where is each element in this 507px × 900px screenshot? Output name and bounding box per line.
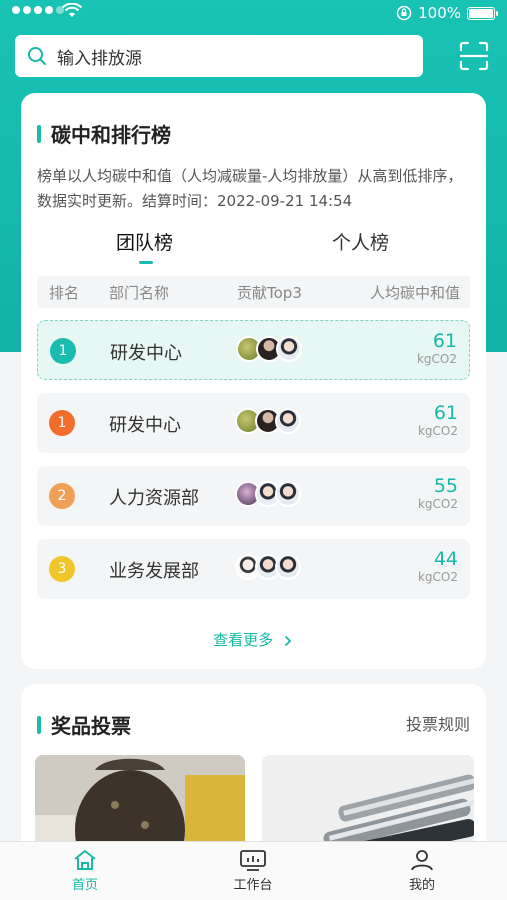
prize-vote-title: 奖品投票 [37, 710, 131, 739]
avatar [275, 408, 301, 434]
rank-badge: 2 [49, 483, 75, 509]
active-tab-indicator [139, 261, 153, 264]
dept-name: 研发中心 [110, 343, 182, 364]
chevron-right-icon [284, 635, 292, 646]
nav-home[interactable]: 首页 [45, 848, 125, 893]
avatar [276, 336, 302, 362]
nav-workbench[interactable]: 工作台 [213, 848, 293, 893]
nav-profile[interactable]: 我的 [382, 848, 462, 893]
leaderboard-tabs: 团队榜 个人榜 [21, 228, 486, 264]
profile-icon [411, 850, 433, 871]
leaderboard-card: 碳中和排行榜 榜单以人均碳中和值（人均减碳量-人均排放量）从高到低排序，数据实时… [21, 93, 486, 669]
dept-name: 研发中心 [109, 415, 181, 436]
table-row[interactable]: 2 人力资源部 55 kgCO2 [37, 466, 470, 526]
leaderboard-description: 榜单以人均碳中和值（人均减碳量-人均排放量）从高到低排序，数据实时更新。结算时间… [37, 167, 463, 210]
view-more-link[interactable]: 查看更多 [21, 629, 486, 650]
dept-name: 人力资源部 [109, 488, 199, 509]
home-icon [74, 850, 96, 870]
rank-badge: 1 [50, 338, 76, 364]
search-icon [28, 47, 46, 65]
search-input[interactable]: 输入排放源 [15, 35, 423, 77]
status-bar: 100% [0, 0, 507, 28]
bottom-nav: 首页 工作台 我的 [0, 841, 507, 900]
dept-name: 业务发展部 [109, 561, 199, 582]
table-row[interactable]: 3 业务发展部 44 kgCO2 [37, 539, 470, 599]
col-top3: 贡献Top3 [237, 284, 302, 302]
top3-avatars [235, 408, 301, 434]
tab-team[interactable]: 团队榜 [116, 228, 173, 255]
carbon-value: 44 kgCO2 [417, 548, 458, 584]
table-row[interactable]: 1 研发中心 61 kgCO2 [37, 393, 470, 453]
col-value: 人均碳中和值 [369, 284, 460, 302]
scan-icon[interactable] [458, 40, 490, 72]
workbench-icon [240, 850, 266, 871]
table-header: 排名 部门名称 贡献Top3 人均碳中和值 [37, 276, 470, 308]
battery-icon [467, 6, 498, 20]
leaderboard-title: 碳中和排行榜 [37, 119, 171, 148]
rotation-lock-icon [396, 5, 412, 21]
top3-avatars [235, 554, 301, 580]
top3-avatars [236, 336, 302, 362]
carbon-value: 55 kgCO2 [417, 475, 458, 511]
table-row[interactable]: 1 研发中心 61 kgCO2 [37, 320, 470, 380]
tab-personal[interactable]: 个人榜 [332, 228, 389, 255]
carbon-value: 61 kgCO2 [416, 330, 457, 366]
signal-icon [12, 6, 64, 14]
col-dept: 部门名称 [109, 284, 170, 302]
avatar [275, 554, 301, 580]
avatar [275, 481, 301, 507]
col-rank: 排名 [49, 284, 80, 302]
top3-avatars [235, 481, 301, 507]
battery-percent: 100% [418, 4, 461, 22]
carbon-value: 61 kgCO2 [417, 402, 458, 438]
rank-badge: 1 [49, 410, 75, 436]
vote-rules-link[interactable]: 投票规则 [406, 711, 470, 735]
wifi-icon [62, 3, 82, 17]
rank-badge: 3 [49, 556, 75, 582]
search-placeholder: 输入排放源 [57, 48, 142, 69]
